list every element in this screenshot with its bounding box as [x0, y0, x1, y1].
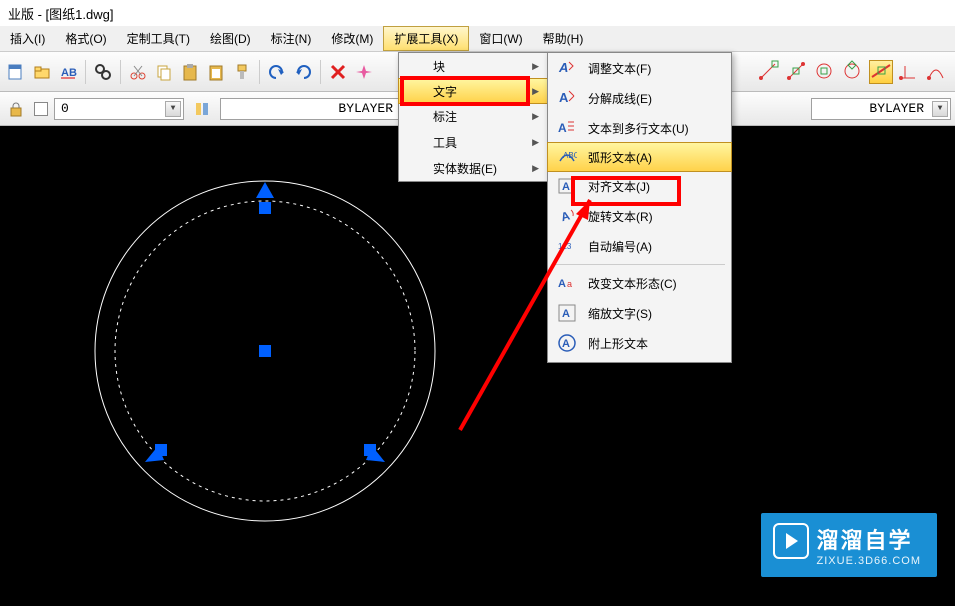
menu-item-text[interactable]: 文字▶ — [398, 78, 548, 104]
scale-text-icon: A — [556, 302, 578, 324]
snap-center-icon[interactable] — [813, 60, 837, 84]
svg-text:A: A — [562, 338, 570, 350]
menu-item-adjust-text[interactable]: A 调整文本(F) — [548, 53, 731, 83]
paste-icon[interactable] — [178, 60, 202, 84]
watermark: 溜溜自学 ZIXUE.3D66.COM — [761, 513, 937, 577]
menu-item-change-style[interactable]: Aa 改变文本形态(C) — [548, 268, 731, 298]
lineweight-combo[interactable]: BYLAYER ▼ — [811, 98, 951, 120]
mtext-icon: A — [556, 117, 578, 139]
layer-color-swatch[interactable] — [34, 102, 48, 116]
menu-item-arc-text[interactable]: ABC 弧形文本(A) — [547, 142, 732, 172]
chevron-down-icon[interactable]: ▼ — [165, 101, 181, 117]
text-icon[interactable]: ABC — [56, 60, 80, 84]
copy-icon[interactable] — [152, 60, 176, 84]
menu-item-dim[interactable]: 标注▶ — [399, 103, 547, 129]
menu-format[interactable]: 格式(O) — [55, 26, 116, 51]
right-tool-group — [757, 60, 949, 84]
watermark-title: 溜溜自学 — [817, 523, 921, 555]
layer-lock-icon[interactable] — [4, 97, 28, 121]
snap-perp-icon[interactable] — [897, 60, 921, 84]
menu-window[interactable]: 窗口(W) — [469, 26, 532, 51]
arc-text-icon: ABC — [556, 146, 578, 168]
undo-icon[interactable] — [265, 60, 289, 84]
circle-drawing — [60, 146, 560, 606]
menu-insert[interactable]: 插入(I) — [0, 26, 55, 51]
menu-item-align-text[interactable]: A 对齐文本(J) — [548, 171, 731, 201]
spark-icon[interactable] — [352, 60, 376, 84]
format-brush-icon[interactable] — [230, 60, 254, 84]
snap-quadrant-icon[interactable] — [841, 60, 865, 84]
separator — [120, 60, 121, 84]
menu-item-entity[interactable]: 实体数据(E)▶ — [399, 155, 547, 181]
menu-item-attach-shape[interactable]: A 附上形文本 — [548, 328, 731, 358]
svg-text:A: A — [559, 90, 569, 105]
menu-item-autonum[interactable]: 123 自动编号(A) — [548, 231, 731, 261]
menu-item-tool[interactable]: 工具▶ — [399, 129, 547, 155]
svg-text:ABC: ABC — [61, 67, 77, 79]
title-bar: 业版 - [图纸1.dwg] — [0, 0, 955, 26]
menu-draw[interactable]: 绘图(D) — [200, 26, 261, 51]
menu-dimension[interactable]: 标注(N) — [261, 26, 322, 51]
new-icon[interactable] — [4, 60, 28, 84]
menu-item-block[interactable]: 块▶ — [399, 53, 547, 79]
svg-text:123: 123 — [558, 242, 572, 251]
menu-item-scale-text[interactable]: A 缩放文字(S) — [548, 298, 731, 328]
separator — [85, 60, 86, 84]
adjust-text-icon: A — [556, 57, 578, 79]
autonum-icon: 123 — [556, 235, 578, 257]
layer-name: 0 — [61, 101, 69, 116]
paste-special-icon[interactable] — [204, 60, 228, 84]
menu-item-tomtext[interactable]: A 文本到多行文本(U) — [548, 113, 731, 143]
play-icon — [773, 523, 809, 559]
linetype-value: BYLAYER — [338, 101, 393, 116]
find-icon[interactable] — [91, 60, 115, 84]
align-text-icon: A — [556, 175, 578, 197]
menu-extended-tools[interactable]: 扩展工具(X) — [383, 26, 469, 51]
redo-icon[interactable] — [291, 60, 315, 84]
cut-icon[interactable] — [126, 60, 150, 84]
svg-text:A: A — [559, 208, 571, 224]
snap-nearest-icon[interactable] — [925, 60, 949, 84]
ext-tools-menu: 块▶ 文字▶ 标注▶ 工具▶ 实体数据(E)▶ — [398, 52, 548, 182]
svg-text:a: a — [567, 279, 572, 289]
chevron-right-icon: ▶ — [532, 163, 539, 174]
separator — [320, 60, 321, 84]
delete-icon[interactable] — [326, 60, 350, 84]
linetype-combo[interactable]: BYLAYER — [220, 98, 420, 120]
svg-text:ABC: ABC — [563, 151, 577, 160]
menu-divider — [554, 264, 725, 265]
menu-bar: 插入(I) 格式(O) 定制工具(T) 绘图(D) 标注(N) 修改(M) 扩展… — [0, 26, 955, 52]
menu-custom-tools[interactable]: 定制工具(T) — [117, 26, 200, 51]
chevron-right-icon: ▶ — [532, 111, 539, 122]
separator — [259, 60, 260, 84]
snap-endpoint-icon[interactable] — [757, 60, 781, 84]
chevron-down-icon[interactable]: ▼ — [932, 101, 948, 117]
rotate-text-icon: A — [556, 205, 578, 227]
explode-text-icon: A — [556, 87, 578, 109]
svg-text:A: A — [562, 181, 570, 193]
chevron-right-icon: ▶ — [532, 86, 539, 97]
menu-help[interactable]: 帮助(H) — [533, 26, 594, 51]
attach-shape-icon: A — [556, 332, 578, 354]
chevron-right-icon: ▶ — [532, 61, 539, 72]
menu-modify[interactable]: 修改(M) — [321, 26, 383, 51]
layer-combo[interactable]: 0 ▼ — [54, 98, 184, 120]
watermark-subtitle: ZIXUE.3D66.COM — [817, 555, 921, 567]
chevron-right-icon: ▶ — [532, 137, 539, 148]
text-submenu: A 调整文本(F) A 分解成线(E) A 文本到多行文本(U) ABC 弧形文… — [547, 52, 732, 363]
menu-item-explode-text[interactable]: A 分解成线(E) — [548, 83, 731, 113]
snap-tangent-icon[interactable] — [869, 60, 893, 84]
svg-text:A: A — [558, 60, 568, 75]
svg-text:A: A — [558, 121, 567, 135]
change-style-icon: Aa — [556, 272, 578, 294]
layer-props-icon[interactable] — [190, 97, 214, 121]
title-text: 业版 - [图纸1.dwg] — [8, 4, 113, 23]
svg-text:A: A — [558, 278, 566, 290]
svg-text:A: A — [562, 308, 570, 320]
menu-item-rotate-text[interactable]: A 旋转文本(R) — [548, 201, 731, 231]
lineweight-value: BYLAYER — [869, 101, 924, 116]
open-icon[interactable] — [30, 60, 54, 84]
snap-midpoint-icon[interactable] — [785, 60, 809, 84]
